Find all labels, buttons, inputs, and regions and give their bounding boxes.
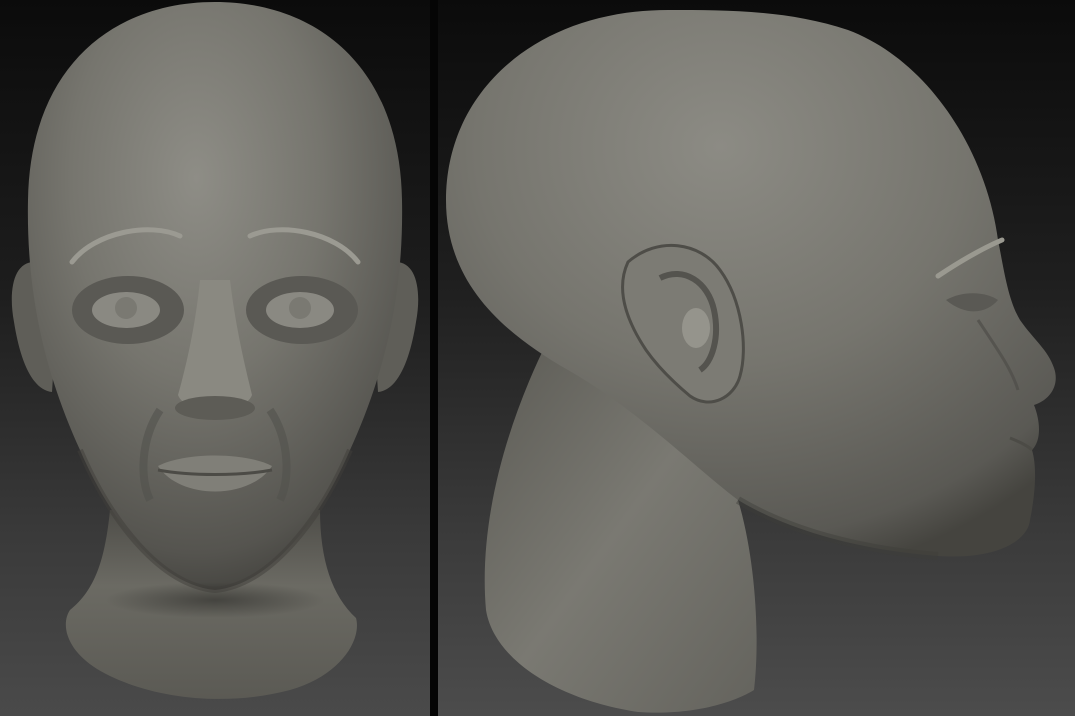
- front-head-sculpt: [11, 2, 419, 699]
- panel-divider: [430, 0, 438, 716]
- front-view-panel: [0, 0, 430, 716]
- side-view-panel: [438, 0, 1075, 716]
- side-head-sculpt: [446, 10, 1056, 713]
- viewport: [0, 0, 1075, 716]
